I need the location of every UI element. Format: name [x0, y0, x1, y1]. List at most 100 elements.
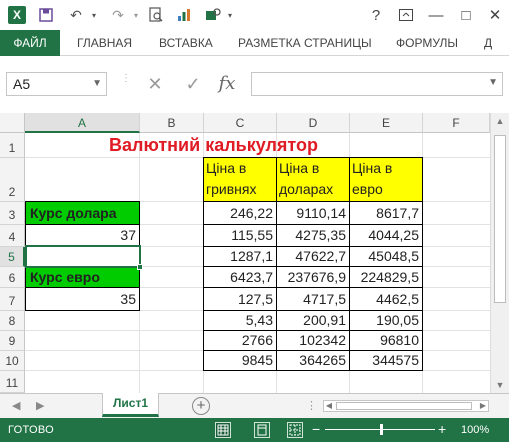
row-header-3[interactable]: 3	[0, 202, 25, 225]
tab-data[interactable]: Д	[484, 30, 492, 56]
scroll-right-icon[interactable]: ▶	[475, 401, 491, 410]
select-all-corner[interactable]	[0, 113, 25, 133]
tab-split-handle-icon[interactable]: ⋮	[306, 399, 317, 412]
price-usd-cell[interactable]: 9110,14	[276, 201, 350, 225]
row-header-11[interactable]: 11	[0, 371, 25, 393]
price-uah-cell[interactable]: 127,5	[203, 287, 277, 311]
page-layout-view-icon[interactable]	[254, 422, 270, 438]
sheet-tab-list1[interactable]: Лист1	[102, 393, 159, 417]
price-usd-cell[interactable]: 237676,9	[276, 266, 350, 288]
price-uah-cell[interactable]: 1287,1	[203, 246, 277, 267]
horizontal-scrollbar[interactable]: ◀ ▶	[323, 400, 489, 412]
header-price-uah-line1: Ціна в	[206, 160, 247, 176]
eur-rate-label: Курс евро	[25, 266, 140, 288]
price-eur-cell[interactable]: 190,05	[349, 310, 423, 331]
tab-page-layout[interactable]: РАЗМЕТКА СТРАНИЦЫ	[238, 30, 372, 56]
price-uah-cell[interactable]: 246,22	[203, 201, 277, 225]
vertical-scroll-thumb[interactable]	[494, 135, 506, 303]
next-sheet-icon[interactable]: ▶	[36, 399, 44, 412]
minimize-button[interactable]: —	[422, 0, 450, 30]
price-usd-cell[interactable]: 200,91	[276, 310, 350, 331]
price-usd-cell[interactable]: 47622,7	[276, 246, 350, 267]
column-header-c[interactable]: C	[204, 113, 277, 133]
settings-icon[interactable]	[202, 0, 224, 30]
zoom-in-button[interactable]: +	[438, 421, 446, 437]
price-uah-cell[interactable]: 115,55	[203, 224, 277, 247]
fill-handle[interactable]	[137, 264, 143, 270]
price-eur-cell[interactable]: 96810	[349, 330, 423, 351]
price-eur-cell[interactable]: 224829,5	[349, 266, 423, 288]
column-header-f[interactable]: F	[423, 113, 490, 133]
print-preview-icon[interactable]	[146, 0, 166, 30]
row-header-10[interactable]: 10	[0, 351, 25, 371]
formula-input[interactable]: ▼	[251, 72, 503, 96]
header-price-eur-line1: Ціна в	[352, 160, 393, 176]
save-icon[interactable]	[36, 0, 56, 30]
row-header-7[interactable]: 7	[0, 288, 25, 311]
tab-insert[interactable]: ВСТАВКА	[159, 30, 213, 56]
price-eur-cell[interactable]: 45048,5	[349, 246, 423, 267]
eur-rate-value[interactable]: 35	[25, 287, 140, 311]
name-box[interactable]: A5 ▼	[6, 72, 107, 96]
price-uah-cell[interactable]: 6423,7	[203, 266, 277, 288]
insert-function-icon[interactable]: fx	[214, 72, 240, 96]
ribbon-display-options-icon[interactable]	[392, 0, 420, 30]
price-uah-cell[interactable]: 5,43	[203, 310, 277, 331]
price-eur-cell[interactable]: 4044,25	[349, 224, 423, 247]
horizontal-scroll-thumb[interactable]	[336, 402, 472, 410]
column-header-a[interactable]: A	[25, 113, 140, 133]
row-header-1[interactable]: 1	[0, 133, 25, 158]
customize-qat-icon[interactable]: ▾	[224, 0, 236, 30]
price-uah-cell[interactable]: 9845	[203, 350, 277, 371]
column-header-b[interactable]: B	[140, 113, 204, 133]
chevron-down-icon[interactable]: ▼	[92, 73, 102, 95]
column-header-d[interactable]: D	[277, 113, 350, 133]
chart-icon[interactable]	[174, 0, 194, 30]
usd-rate-value[interactable]: 37	[25, 224, 140, 247]
title-bar: X ↶ ▾ ↷ ▾ ▾ ? — □ ✕	[0, 0, 509, 30]
cancel-icon[interactable]: ✕	[142, 72, 168, 96]
price-usd-cell[interactable]: 4717,5	[276, 287, 350, 311]
zoom-level[interactable]: 100%	[461, 424, 489, 436]
price-eur-cell[interactable]: 8617,7	[349, 201, 423, 225]
prev-sheet-icon[interactable]: ◀	[12, 399, 20, 412]
undo-icon[interactable]: ↶	[64, 0, 88, 30]
tab-file[interactable]: ФАЙЛ	[0, 30, 60, 56]
vertical-scrollbar[interactable]: ▲ ▼	[490, 113, 509, 393]
active-cell-a5[interactable]	[25, 245, 141, 268]
scroll-down-icon[interactable]: ▼	[492, 380, 508, 390]
column-header-e[interactable]: E	[350, 113, 423, 133]
redo-icon[interactable]: ↷	[106, 0, 130, 30]
normal-view-icon[interactable]	[215, 422, 231, 438]
close-button[interactable]: ✕	[481, 0, 509, 30]
redo-dropdown-icon[interactable]: ▾	[130, 0, 142, 30]
price-usd-cell[interactable]: 4275,35	[276, 224, 350, 247]
tab-formulas[interactable]: ФОРМУЛЫ	[396, 30, 458, 56]
enter-icon[interactable]: ✓	[180, 72, 206, 96]
expand-formula-icon[interactable]: ▼	[488, 77, 498, 88]
price-uah-cell[interactable]: 2766	[203, 330, 277, 351]
maximize-button[interactable]: □	[452, 0, 480, 30]
row-header-6[interactable]: 6	[0, 267, 25, 288]
row-header-4[interactable]: 4	[0, 225, 25, 247]
status-ready: ГОТОВО	[8, 424, 55, 436]
row-header-8[interactable]: 8	[0, 311, 25, 331]
page-break-preview-icon[interactable]	[287, 422, 303, 438]
scroll-left-icon[interactable]: ◀	[321, 401, 337, 410]
row-header-9[interactable]: 9	[0, 331, 25, 351]
price-eur-cell[interactable]: 344575	[349, 350, 423, 371]
scroll-up-icon[interactable]: ▲	[492, 116, 508, 126]
row-header-2[interactable]: 2	[0, 158, 25, 202]
worksheet-grid[interactable]: Валютний калькулятор Ціна в гривнях Ціна…	[25, 133, 490, 393]
help-button[interactable]: ?	[362, 0, 390, 30]
price-usd-cell[interactable]: 364265	[276, 350, 350, 371]
zoom-out-button[interactable]: −	[312, 421, 320, 437]
price-eur-cell[interactable]: 4462,5	[349, 287, 423, 311]
price-usd-cell[interactable]: 102342	[276, 330, 350, 351]
tab-home[interactable]: ГЛАВНАЯ	[77, 30, 132, 56]
add-sheet-button[interactable]: +	[192, 397, 210, 415]
zoom-slider-thumb[interactable]	[380, 424, 383, 435]
resize-handle-icon[interactable]: ⋮	[121, 74, 131, 92]
undo-dropdown-icon[interactable]: ▾	[88, 0, 100, 30]
row-header-5[interactable]: 5	[0, 247, 25, 267]
